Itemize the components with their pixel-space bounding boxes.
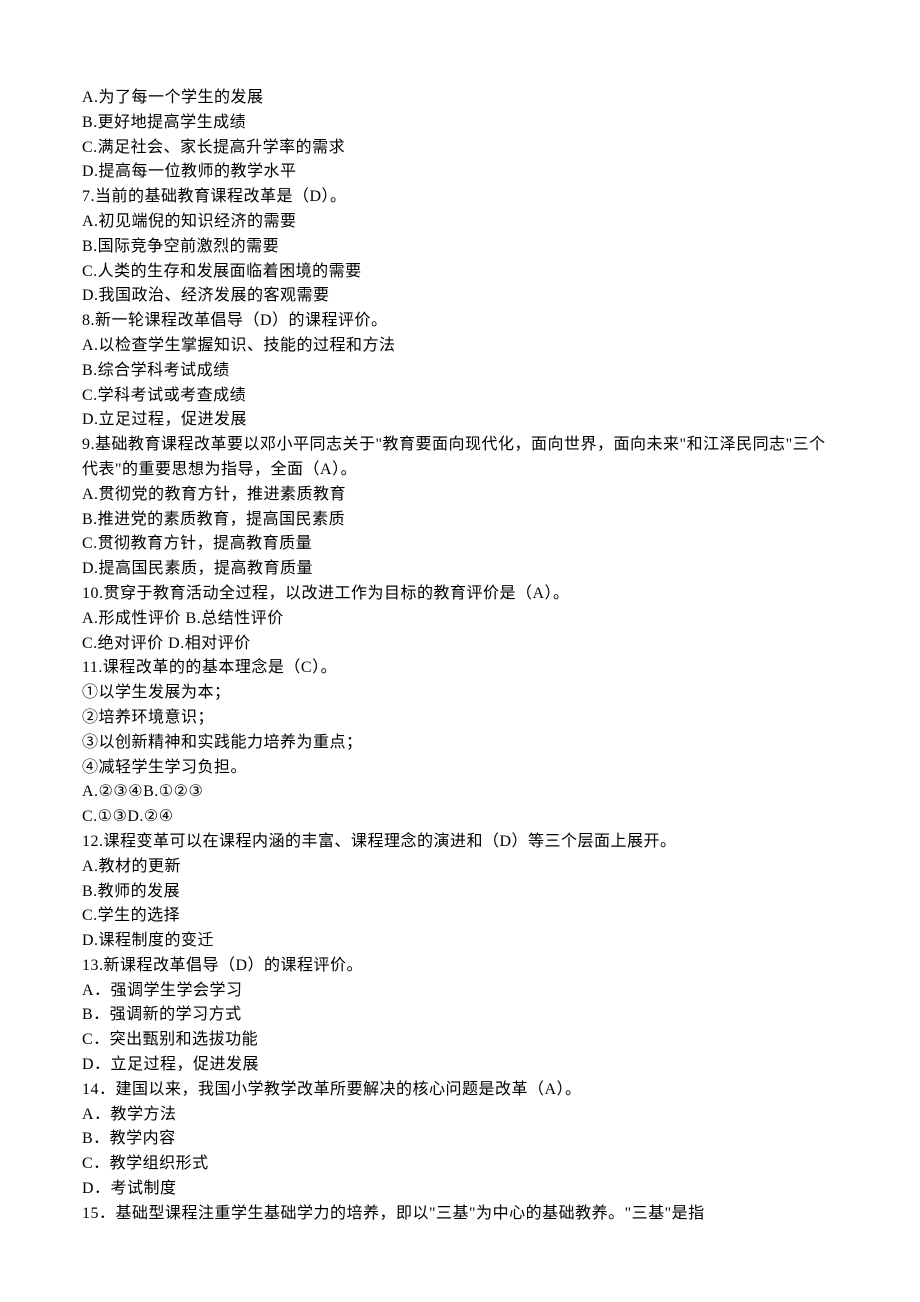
text-line: A.形成性评价 B.总结性评价: [82, 607, 838, 632]
text-line: D.立足过程，促进发展: [82, 408, 838, 433]
text-line: D.提高每一位教师的教学水平: [82, 160, 838, 185]
text-line: ②培养环境意识；: [82, 706, 838, 731]
text-line: C.满足社会、家长提高升学率的需求: [82, 136, 838, 161]
text-line: 15．基础型课程注重学生基础学力的培养，即以"三基"为中心的基础教养。"三基"是…: [82, 1202, 838, 1227]
text-line: ③以创新精神和实践能力培养为重点；: [82, 731, 838, 756]
text-line: A.初见端倪的知识经济的需要: [82, 210, 838, 235]
text-line: ①以学生发展为本；: [82, 681, 838, 706]
text-line: A.②③④B.①②③: [82, 780, 838, 805]
text-line: C.学生的选择: [82, 904, 838, 929]
text-line: 14．建国以来，我国小学教学改革所要解决的核心问题是改革（A）。: [82, 1078, 838, 1103]
text-line: C．突出甄别和选拔功能: [82, 1028, 838, 1053]
text-line: D.提高国民素质，提高教育质量: [82, 557, 838, 582]
text-line: B.综合学科考试成绩: [82, 359, 838, 384]
text-line: B.国际竞争空前激烈的需要: [82, 235, 838, 260]
text-line: A．教学方法: [82, 1103, 838, 1128]
text-line: C．教学组织形式: [82, 1152, 838, 1177]
text-line: C.贯彻教育方针，提高教育质量: [82, 532, 838, 557]
text-line: ④减轻学生学习负担。: [82, 756, 838, 781]
text-line: A.贯彻党的教育方针，推进素质教育: [82, 483, 838, 508]
text-line: A.教材的更新: [82, 855, 838, 880]
text-line: B．教学内容: [82, 1127, 838, 1152]
text-line: 8.新一轮课程改革倡导（D）的课程评价。: [82, 309, 838, 334]
text-line: A．强调学生学会学习: [82, 979, 838, 1004]
text-line: 11.课程改革的的基本理念是（C）。: [82, 656, 838, 681]
text-line: C.学科考试或考查成绩: [82, 384, 838, 409]
text-line: C.人类的生存和发展面临着困境的需要: [82, 260, 838, 285]
text-line: B.更好地提高学生成绩: [82, 111, 838, 136]
text-line: A.为了每一个学生的发展: [82, 86, 838, 111]
text-line: D.我国政治、经济发展的客观需要: [82, 284, 838, 309]
document-page: A.为了每一个学生的发展B.更好地提高学生成绩C.满足社会、家长提高升学率的需求…: [0, 0, 920, 1302]
text-line: 12.课程变革可以在课程内涵的丰富、课程理念的演进和（D）等三个层面上展开。: [82, 830, 838, 855]
text-line: 7.当前的基础教育课程改革是（D）。: [82, 185, 838, 210]
text-line: C.绝对评价 D.相对评价: [82, 632, 838, 657]
text-line: 9.基础教育课程改革要以邓小平同志关于"教育要面向现代化，面向世界，面向未来"和…: [82, 433, 838, 483]
text-line: A.以检查学生掌握知识、技能的过程和方法: [82, 334, 838, 359]
text-line: B.教师的发展: [82, 880, 838, 905]
text-line: 13.新课程改革倡导（D）的课程评价。: [82, 954, 838, 979]
text-line: D．考试制度: [82, 1177, 838, 1202]
text-line: C.①③D.②④: [82, 805, 838, 830]
text-line: D．立足过程，促进发展: [82, 1053, 838, 1078]
text-line: B．强调新的学习方式: [82, 1003, 838, 1028]
text-line: 10.贯穿于教育活动全过程，以改进工作为目标的教育评价是（A）。: [82, 582, 838, 607]
text-line: D.课程制度的变迁: [82, 929, 838, 954]
text-line: B.推进党的素质教育，提高国民素质: [82, 508, 838, 533]
